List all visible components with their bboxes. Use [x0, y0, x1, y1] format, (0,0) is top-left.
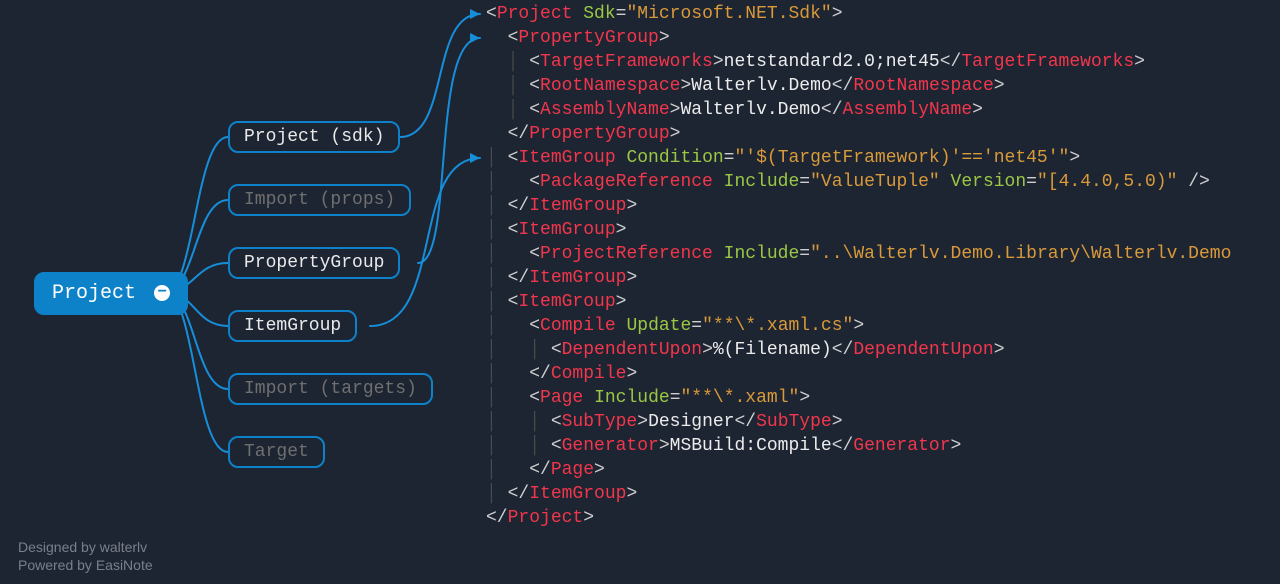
mindmap-child-import-props[interactable]: Import (props): [228, 184, 411, 216]
mindmap-child-propertygroup[interactable]: PropertyGroup: [228, 247, 400, 279]
mindmap-child-label: Project (sdk): [244, 127, 384, 147]
mindmap-root-label: Project: [52, 282, 136, 305]
credits: Designed by walterlv Powered by EasiNote: [18, 538, 153, 574]
mindmap-root[interactable]: Project −: [34, 272, 188, 315]
mindmap-child-project-sdk[interactable]: Project (sdk): [228, 121, 400, 153]
mindmap-child-itemgroup[interactable]: ItemGroup: [228, 310, 357, 342]
mindmap-child-label: ItemGroup: [244, 316, 341, 336]
mindmap-child-import-targets[interactable]: Import (targets): [228, 373, 433, 405]
mindmap-child-target[interactable]: Target: [228, 436, 325, 468]
mindmap-child-label: Import (targets): [244, 379, 417, 399]
mindmap-child-label: Import (props): [244, 190, 395, 210]
mindmap-child-label: Target: [244, 442, 309, 462]
mindmap-child-label: PropertyGroup: [244, 253, 384, 273]
credits-line: Designed by walterlv: [18, 538, 153, 556]
collapse-icon[interactable]: −: [154, 285, 170, 301]
credits-line: Powered by EasiNote: [18, 556, 153, 574]
xml-code-block: <Project Sdk="Microsoft.NET.Sdk"> <Prope…: [486, 2, 1231, 530]
